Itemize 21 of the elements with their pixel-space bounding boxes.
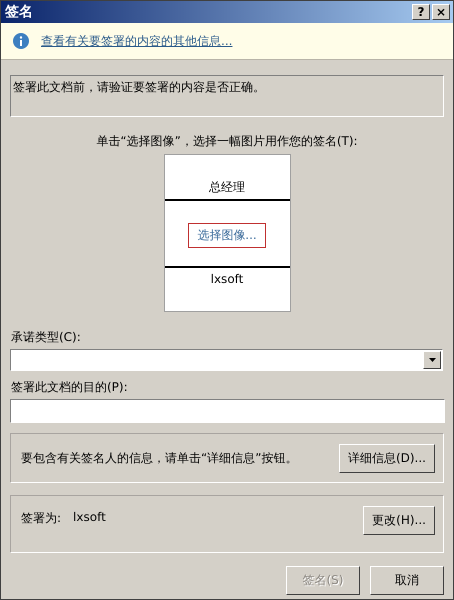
field-label: 签署此文档的目的(P): (11, 379, 129, 396)
close-button[interactable]: × (432, 4, 450, 20)
details-button[interactable]: 详细信息(D)... (338, 444, 435, 472)
dropdown-arrow-icon (428, 358, 436, 362)
signed-as-label: 签署为: (21, 510, 62, 527)
window-title: 签名 (5, 3, 33, 21)
cancel-button[interactable]: 取消 (370, 566, 444, 595)
change-button[interactable]: 更改(H)... (363, 506, 435, 535)
signature-caption: 单击“选择图像”，选择一幅图片用作您的签名(T): (95, 133, 359, 150)
notice-text: 签署此文档前，请验证要签署的内容是否正确。 (10, 75, 444, 117)
details-text: 要包含有关签名人的信息，请单击“详细信息”按钮。 (21, 450, 298, 466)
signer-name: lxsoft (73, 510, 106, 526)
help-button[interactable]: ? (412, 4, 430, 20)
signer-name: lxsoft (210, 272, 244, 286)
info-icon (13, 33, 29, 49)
commitment-type-dropdown[interactable] (10, 349, 443, 371)
more-info-link[interactable]: 查看有关要签署的内容的其他信息... (41, 32, 232, 50)
purpose-field[interactable] (10, 399, 445, 423)
field-label: 承诺类型(C): (11, 329, 82, 346)
select-image-button[interactable]: 选择图像... (188, 223, 266, 248)
signer-title: 总经理 (209, 179, 245, 196)
